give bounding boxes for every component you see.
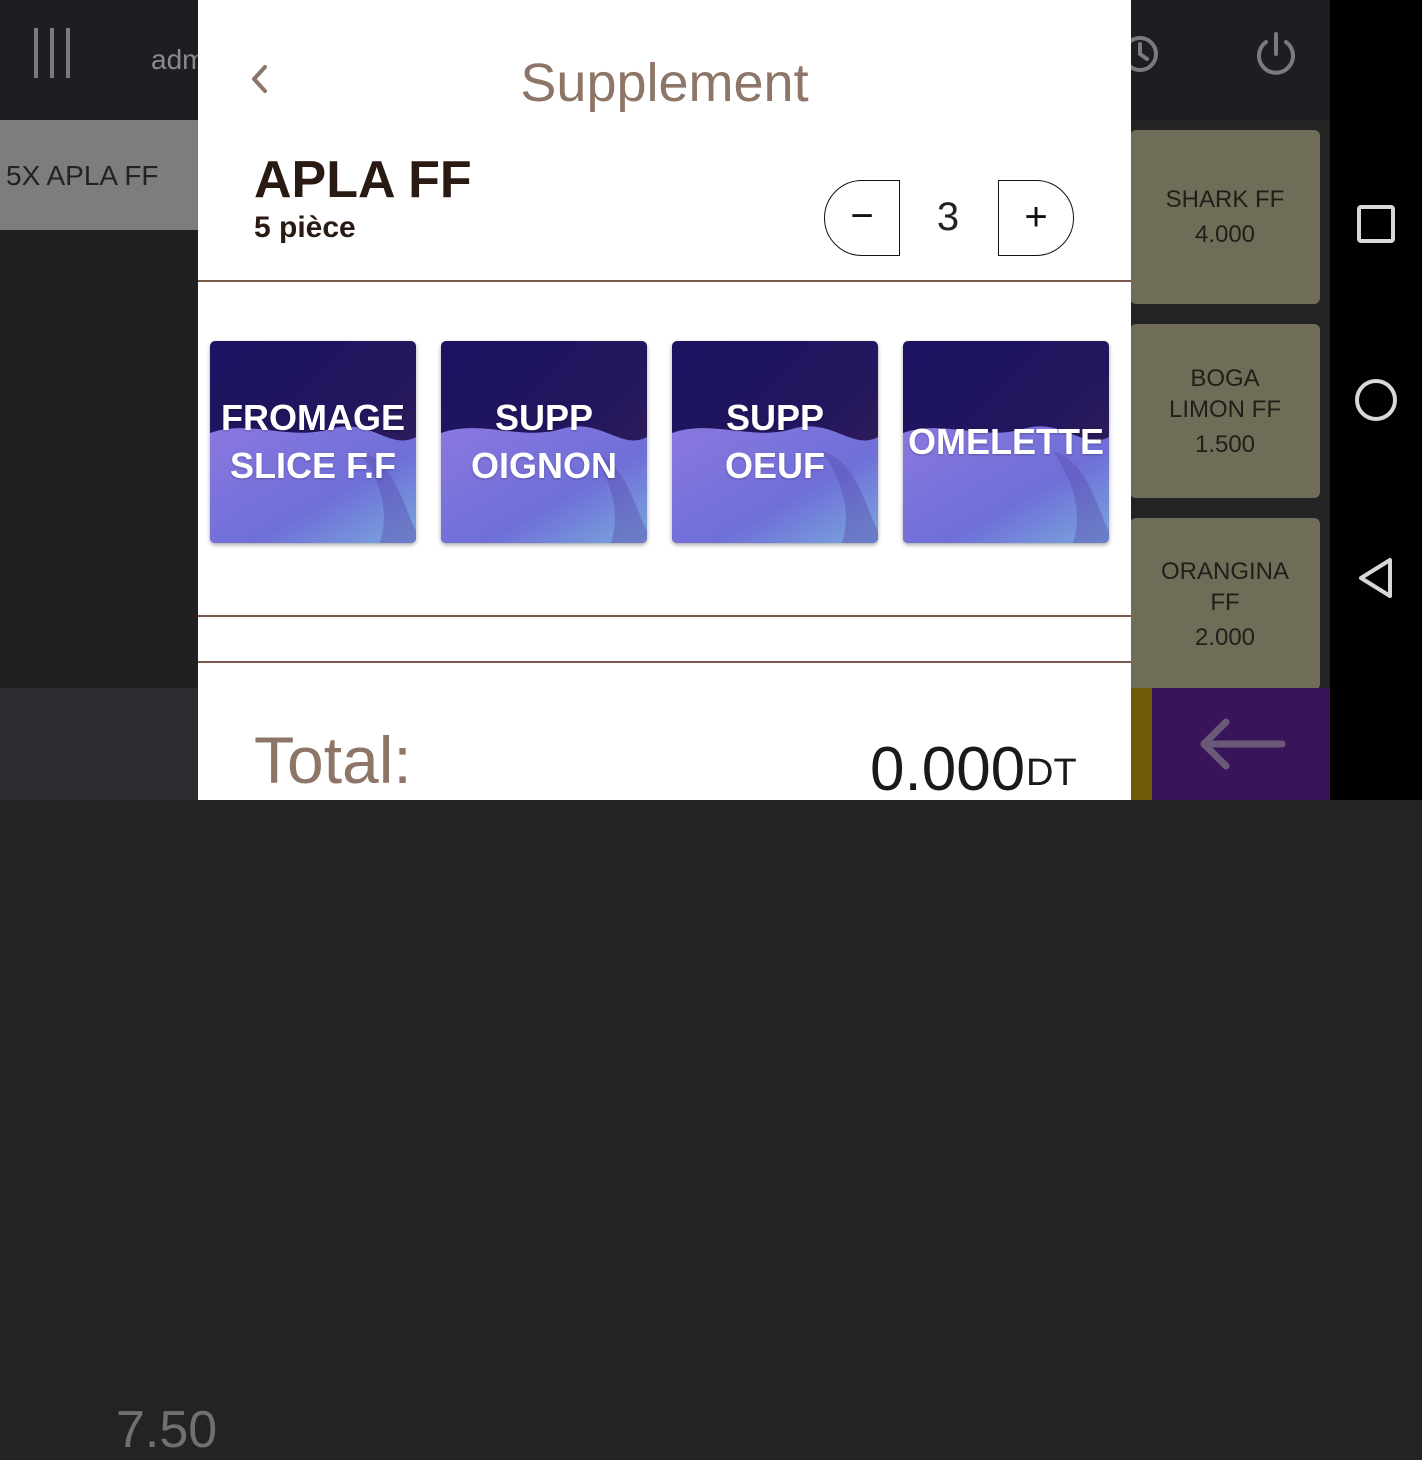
product-card[interactable]: ORANGINA FF 2.000 bbox=[1130, 518, 1320, 690]
order-line-item[interactable]: 5X APLA FF bbox=[0, 120, 200, 230]
supplement-label: SUPP OIGNON bbox=[470, 397, 617, 486]
product-card[interactable]: SHARK FF 4.000 bbox=[1130, 130, 1320, 304]
product-price: 4.000 bbox=[1194, 221, 1256, 248]
supplement-label: SUPP OEUF bbox=[724, 397, 825, 486]
quantity-value: 3 bbox=[936, 195, 960, 239]
total-currency: DT bbox=[1026, 752, 1077, 794]
supplement-dialog: Supplement APLA FF 5 pièce − 3 + FROMAGE… bbox=[198, 0, 1131, 800]
divider bbox=[198, 615, 1131, 617]
product-title: APLA FF bbox=[254, 151, 472, 209]
product-name: BOGA LIMON FF bbox=[1169, 364, 1281, 423]
recents-icon[interactable] bbox=[1356, 204, 1396, 244]
supplement-label: OMELETTE bbox=[908, 421, 1104, 462]
power-icon[interactable] bbox=[1253, 30, 1299, 78]
increase-quantity-button[interactable]: + bbox=[998, 180, 1074, 256]
accent-strip bbox=[1130, 688, 1152, 800]
backspace-button[interactable] bbox=[1152, 688, 1330, 800]
back-triangle-icon[interactable] bbox=[1356, 556, 1396, 600]
order-total-bar: 7.50 bbox=[0, 688, 217, 1459]
product-name: SHARK FF bbox=[1165, 186, 1285, 213]
product-card[interactable]: BOGA LIMON FF 1.500 bbox=[1130, 324, 1320, 498]
product-name: ORANGINA FF bbox=[1160, 557, 1289, 616]
order-total: 7.50 bbox=[116, 1401, 218, 1459]
menu-icon[interactable] bbox=[34, 28, 74, 78]
supplement-tile[interactable]: SUPP OIGNON bbox=[441, 341, 647, 543]
product-price: 1.500 bbox=[1194, 430, 1256, 458]
total-label: Total: bbox=[254, 723, 412, 797]
arrow-left-icon bbox=[1200, 718, 1286, 770]
home-icon[interactable] bbox=[1354, 378, 1398, 422]
decrease-quantity-button[interactable]: − bbox=[824, 180, 900, 256]
supplement-tile[interactable]: FROMAGE SLICE F.F bbox=[210, 341, 416, 543]
dialog-title: Supplement bbox=[520, 53, 809, 113]
supplement-tile[interactable]: SUPP OEUF bbox=[672, 341, 878, 543]
order-list bbox=[0, 230, 200, 688]
divider bbox=[198, 280, 1131, 282]
divider bbox=[198, 661, 1131, 663]
product-subtitle: 5 pièce bbox=[254, 211, 356, 244]
supplement-label: FROMAGE SLICE F.F bbox=[221, 397, 405, 486]
product-price: 2.000 bbox=[1194, 623, 1256, 651]
total-value: 0.000 bbox=[870, 735, 1026, 800]
system-nav-bar bbox=[1330, 0, 1422, 800]
supplement-tile[interactable]: OMELETTE bbox=[903, 341, 1109, 543]
